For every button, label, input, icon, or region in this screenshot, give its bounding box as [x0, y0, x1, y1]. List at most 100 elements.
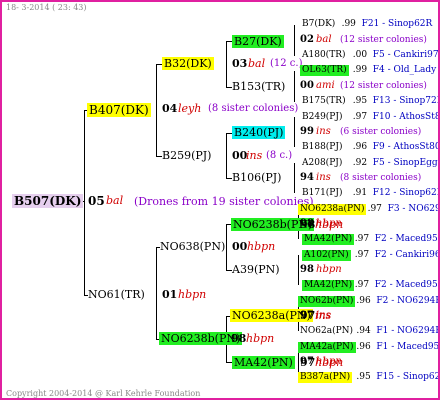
connector — [226, 133, 227, 179]
pedigree-chart: { "header":{"date":"18- 3-2014 ( 23: 43)… — [0, 0, 440, 400]
g4-location: F2 - Cankiri96R — [374, 250, 440, 260]
date-stamp: 18- 3-2014 ( 23: 43) — [6, 3, 87, 12]
g4-location: F9 - AthosSt80R — [372, 142, 440, 152]
connector — [294, 117, 295, 147]
g4-value: .99 — [341, 19, 356, 29]
connector — [294, 71, 295, 102]
g4-value: .96 — [356, 342, 371, 352]
g4-node[interactable]: NO62b(PN) — [298, 296, 356, 307]
connector — [294, 163, 295, 193]
g4-breeder: hbpn — [316, 356, 342, 367]
g4-location: F13 - Sinop72R — [372, 96, 440, 106]
node-g1-top[interactable]: B407(DK) — [87, 103, 151, 117]
g4-location: F2 - Maced95R — [374, 234, 440, 244]
connector — [226, 224, 227, 271]
g2-b-note: (8 c.) — [266, 150, 293, 161]
g4-node[interactable]: B188(PJ) — [300, 142, 344, 153]
g4-gen: 98 — [300, 264, 314, 275]
g1-top-breeder: leyh — [178, 102, 202, 115]
g4-value: .91 — [352, 188, 368, 198]
node-g2-d[interactable]: NO6238b(PN) — [159, 332, 243, 345]
g4-node[interactable]: NO62a(PN) — [298, 326, 355, 337]
g2-c-breeder: hbpn — [247, 240, 276, 253]
g2-b-breeder: ins — [246, 149, 263, 162]
g4-breeder: ins — [316, 172, 331, 183]
node-g2-a[interactable]: B32(DK) — [162, 57, 214, 70]
g4-location: F1 - Maced95R — [376, 342, 440, 352]
g4-breeder: ami — [316, 80, 335, 91]
g4-node[interactable]: B387a(PN) — [298, 372, 353, 383]
g4-location: F21 - Sinop62R — [361, 19, 433, 29]
node-g2-c[interactable]: NO638(PN) — [160, 241, 225, 252]
g4-gen: 02 — [300, 34, 314, 45]
g4-location: F15 - Sinop62R — [376, 372, 440, 382]
g4-value: .97 — [367, 204, 382, 214]
g4-node[interactable]: B175(TR) — [300, 96, 348, 107]
g1-bot-gen: 01 — [162, 288, 178, 301]
g4-value: .95 — [352, 96, 368, 106]
node-g3-a1[interactable]: B27(DK) — [232, 35, 284, 48]
g2-a-note: (12 c.) — [270, 58, 303, 69]
g4-node[interactable]: MA42(PN) — [302, 234, 355, 245]
g4-value: .92 — [352, 158, 368, 168]
g4-value: .97 — [354, 280, 370, 290]
root-gen: 05 — [88, 194, 105, 208]
g4-location: F10 - AthosSt80R — [372, 112, 440, 122]
g2-d-breeder: hbpn — [246, 332, 275, 345]
node-g1-bot[interactable]: NO61(TR) — [88, 289, 145, 300]
g4-node[interactable]: B171(PJ) — [300, 188, 344, 199]
g4-note: (8 sister colonies) — [340, 173, 422, 183]
g2-a-breeder: bal — [248, 57, 266, 70]
g4-node[interactable]: NO6238a(PN) — [298, 204, 367, 215]
g4-location: F5 - Cankiri97Q — [372, 50, 440, 60]
g4-value: .96 — [356, 296, 371, 306]
g4-breeder: hbpn — [316, 264, 342, 275]
g4-node[interactable]: A102(PN) — [302, 250, 351, 261]
g4-node[interactable]: A180(TR) — [300, 50, 347, 61]
node-g2-b[interactable]: B259(PJ) — [162, 150, 211, 161]
root-node[interactable]: B507(DK) — [12, 194, 84, 208]
g4-location: F12 - Sinop62R — [372, 188, 440, 198]
g4-gen: 99 — [300, 126, 314, 137]
g4-node[interactable]: MA42a(PN) — [298, 342, 356, 353]
g4-value: .97 — [354, 250, 370, 260]
g4-node[interactable]: OL63(TR) — [300, 65, 349, 76]
g4-gen: 98 — [300, 218, 314, 229]
g4-value: .97 — [354, 234, 370, 244]
g4-location: F3 - NO6294R — [387, 204, 440, 214]
g4-value: .96 — [352, 142, 368, 152]
node-g3-a2[interactable]: B153(TR) — [232, 81, 285, 92]
copyright: Copyright 2004-2014 @ Karl Kehrle Founda… — [6, 389, 201, 398]
g1-top-note: (8 sister colonies) — [208, 103, 299, 114]
g4-value: .99 — [352, 65, 368, 75]
node-g3-c2[interactable]: A39(PN) — [232, 264, 280, 275]
connector — [298, 255, 299, 285]
g4-breeder: hbpn — [316, 218, 342, 229]
g4-node[interactable]: B249(PJ) — [300, 112, 344, 123]
g2-a-gen: 03 — [232, 57, 248, 70]
g4-node[interactable]: MA42(PN) — [302, 280, 355, 291]
g4-node[interactable]: B7(DK) — [300, 19, 337, 30]
g4-gen: 97 — [300, 310, 314, 321]
connector — [294, 25, 295, 56]
g4-gen: 97 — [300, 356, 314, 367]
g4-note: (12 sister colonies) — [340, 81, 427, 91]
g4-breeder: bal — [316, 34, 332, 45]
g4-node[interactable]: A208(PJ) — [300, 158, 344, 169]
connector — [156, 247, 157, 340]
g1-top-gen: 04 — [162, 102, 178, 115]
g2-d-gen: 98 — [231, 332, 247, 345]
connector — [156, 64, 157, 157]
g4-value: .97 — [352, 112, 368, 122]
node-g3-b2[interactable]: B106(PJ) — [232, 172, 281, 183]
node-g3-d2[interactable]: MA42(PN) — [232, 356, 295, 369]
root-note: (Drones from 19 sister colonies) — [134, 195, 314, 208]
node-g3-b1[interactable]: B240(PJ) — [232, 126, 286, 139]
g1-bot-breeder: hbpn — [178, 288, 207, 301]
g4-location: F1 - NO6294R — [376, 326, 440, 336]
g4-note: (6 sister colonies) — [340, 127, 422, 137]
g4-value: .95 — [356, 372, 371, 382]
g4-breeder: ins — [316, 310, 331, 321]
g4-gen: 94 — [300, 172, 314, 183]
connector — [84, 110, 85, 296]
